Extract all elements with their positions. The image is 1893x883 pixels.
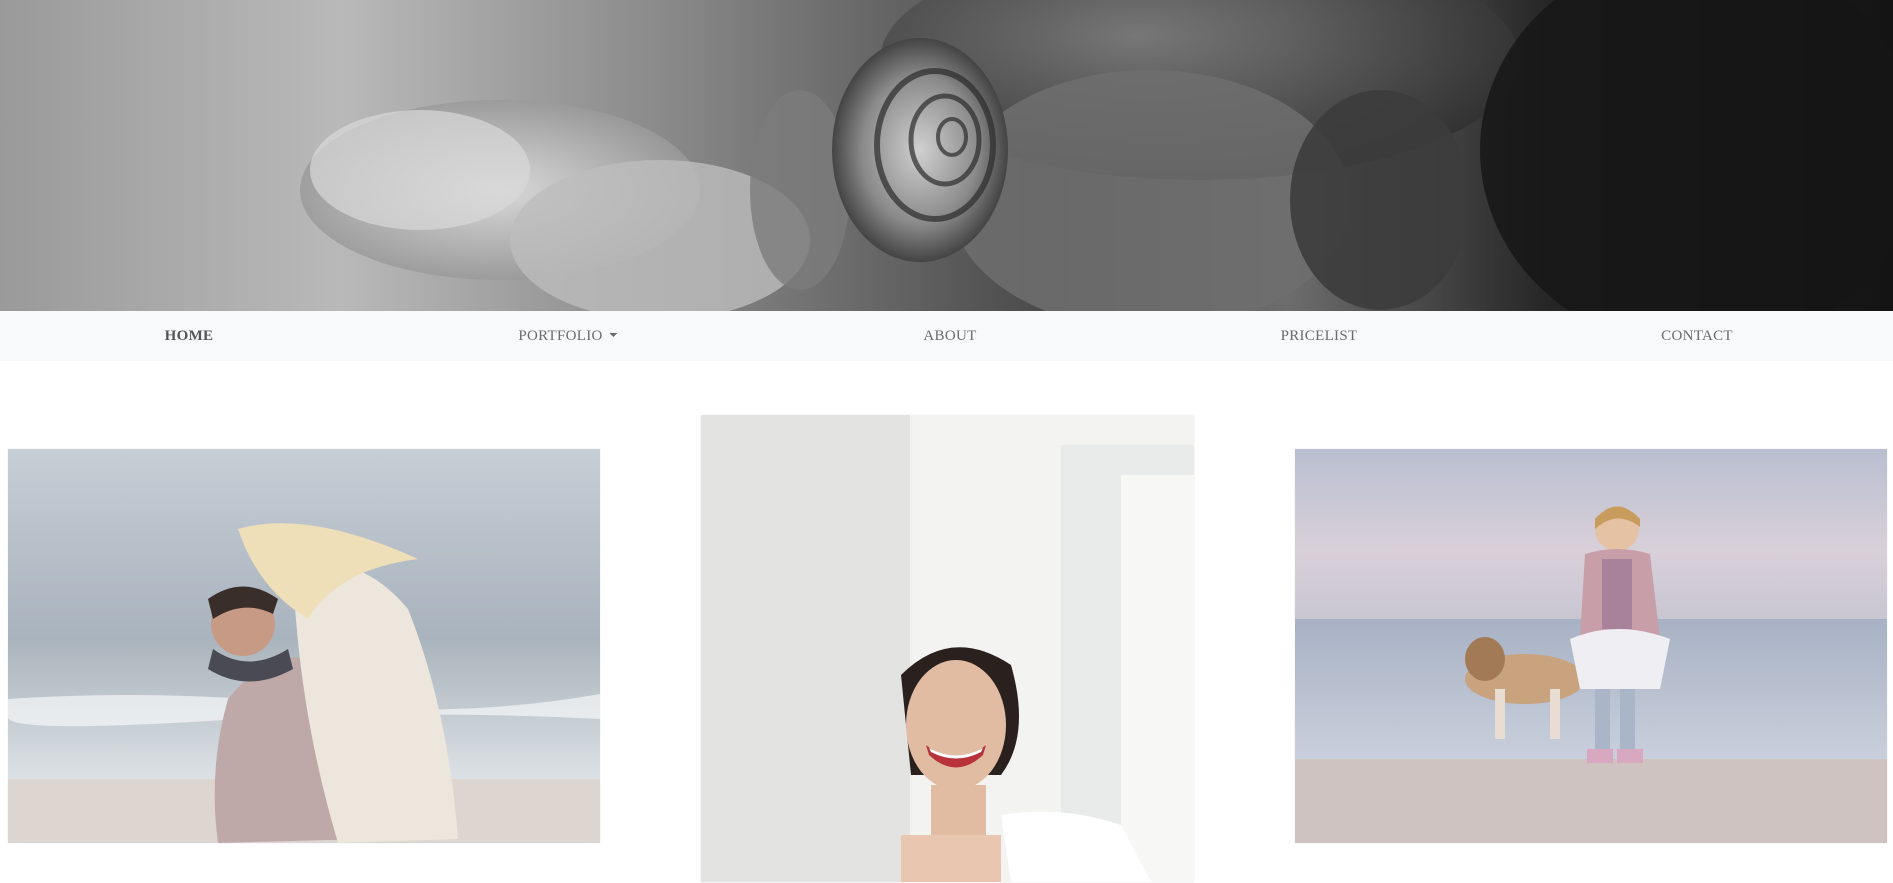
nav-pricelist-link[interactable]: PRICELIST [1281,311,1358,361]
gallery-photo-bride[interactable] [701,415,1194,882]
bride-image [701,415,1194,882]
gallery-photo-girl-dog[interactable] [1295,449,1887,843]
main-navbar: HOME PORTFOLIO ABOUT PRICELIST CONTACT [0,311,1893,361]
caret-down-icon [609,333,618,337]
nav-home-link[interactable]: HOME [165,311,214,361]
hero-banner [0,0,1893,311]
girl-dog-image [1295,449,1887,843]
nav-portfolio-dropdown[interactable]: PORTFOLIO [518,311,618,361]
couple-beach-image [8,449,600,843]
hero-image [300,0,1893,311]
gallery-photo-couple[interactable] [8,449,600,843]
nav-portfolio-label: PORTFOLIO [518,328,603,344]
nav-about-link[interactable]: ABOUT [923,311,976,361]
nav-contact-link[interactable]: CONTACT [1661,311,1733,361]
